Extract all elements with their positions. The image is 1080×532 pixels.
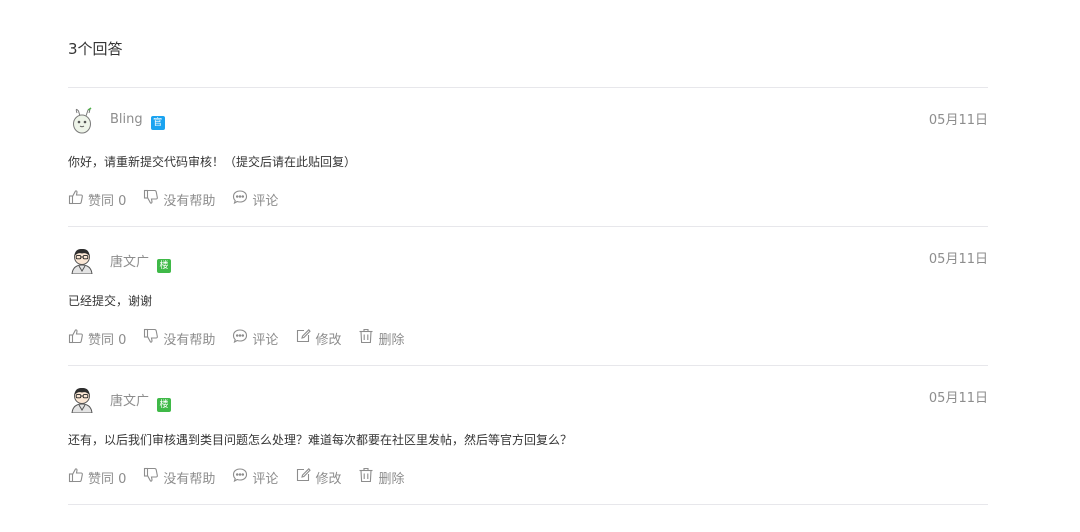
thumbs-down-icon [143, 328, 159, 348]
answer-content: 还有，以后我们审核遇到类目问题怎么处理？难道每次都要在社区里发帖，然后等官方回复… [68, 433, 573, 447]
trash-label: 删除 [378, 471, 405, 487]
comment-button[interactable]: 评论 [232, 328, 278, 348]
trash-button[interactable]: 删除 [358, 328, 404, 348]
edit-button[interactable]: 修改 [295, 328, 341, 348]
thumbs-down-label: 没有帮助 [163, 471, 216, 487]
comment-label: 评论 [252, 332, 279, 348]
avatar[interactable] [68, 246, 96, 275]
thumbs-down-label: 没有帮助 [163, 332, 216, 348]
answer-item: Bling 官 05月11日你好，请重新提交代码审核！（提交后请在此贴回复） 赞同 0… [68, 87, 988, 226]
comment-icon [232, 189, 248, 209]
edit-label: 修改 [315, 471, 342, 487]
edit-icon [295, 328, 312, 348]
thumbs-up-button[interactable]: 赞同 0 [68, 189, 126, 209]
author-name[interactable]: 唐文广楼 [110, 251, 172, 273]
answer-actions: 赞同 0 没有帮助 评论 [68, 189, 278, 209]
thumbs-up-button[interactable]: 赞同 0 [68, 467, 126, 487]
answer-content: 已经提交，谢谢 [68, 294, 153, 308]
answer-date: 05月11日 [928, 391, 988, 406]
thumbs-up-label: 赞同 0 [88, 332, 127, 348]
thumbs-up-button[interactable]: 赞同 0 [68, 328, 126, 348]
avatar[interactable] [68, 107, 96, 135]
thumbs-down-button[interactable]: 没有帮助 [143, 189, 215, 209]
answer-content: 你好，请重新提交代码审核！（提交后请在此贴回复） [68, 155, 357, 169]
answer-actions: 赞同 0 没有帮助 评论 修改 删除 [68, 467, 404, 487]
trash-button[interactable]: 删除 [358, 467, 404, 487]
author-name-text: 唐文广 [110, 255, 150, 270]
trash-icon [358, 467, 374, 487]
author-badge: 楼 [157, 398, 172, 412]
thumbs-up-icon [68, 467, 84, 487]
trash-icon [358, 328, 374, 348]
author-name-text: Bling [110, 112, 143, 127]
thumbs-up-icon [68, 328, 84, 348]
comment-button[interactable]: 评论 [232, 467, 278, 487]
thumbs-up-label: 赞同 0 [88, 193, 127, 209]
author-name[interactable]: Bling 官 [110, 112, 165, 130]
thumbs-down-icon [143, 467, 159, 487]
edit-icon [295, 467, 312, 487]
answers-page: 3个回答 Bling 官 05月11日 你好，请重新提交代码审核！（提交后请在此贴回复… [0, 0, 1080, 532]
comment-icon [232, 328, 248, 348]
comment-icon [232, 467, 248, 487]
trash-label: 删除 [378, 332, 405, 348]
thumbs-up-label: 赞同 0 [88, 471, 127, 487]
answer-list: Bling 官 05月11日 你好，请重新提交代码审核！（提交后请在此贴回复） 赞同 0… [68, 87, 988, 505]
edit-label: 修改 [315, 332, 342, 348]
comment-label: 评论 [252, 471, 279, 487]
author-badge: 楼 [157, 259, 172, 273]
author-name[interactable]: 唐文广楼 [110, 390, 172, 412]
comment-button[interactable]: 评论 [232, 189, 278, 209]
edit-button[interactable]: 修改 [295, 467, 341, 487]
author-badge: 官 [150, 116, 165, 130]
avatar[interactable] [68, 385, 96, 414]
answer-actions: 赞同 0 没有帮助 评论 修改 删除 [68, 328, 404, 348]
thumbs-down-label: 没有帮助 [163, 193, 216, 209]
answer-date: 05月11日 [928, 252, 988, 267]
thumbs-down-button[interactable]: 没有帮助 [143, 328, 215, 348]
answer-date: 05月11日 [928, 113, 988, 128]
comment-label: 评论 [252, 193, 279, 209]
author-name-text: 唐文广 [110, 394, 150, 409]
thumbs-up-icon [68, 189, 84, 209]
answer-item: 唐文广楼 05月11日还有，以后我们审核遇到类目问题怎么处理？难道每次都要在社区里… [68, 365, 988, 505]
answer-item: 唐文广楼 05月11日已经提交，谢谢 赞同 0 没有帮助 评论 修改 删除 [68, 226, 988, 365]
answer-count: 3个回答 [68, 40, 123, 58]
thumbs-down-button[interactable]: 没有帮助 [143, 467, 215, 487]
thumbs-down-icon [143, 189, 159, 209]
